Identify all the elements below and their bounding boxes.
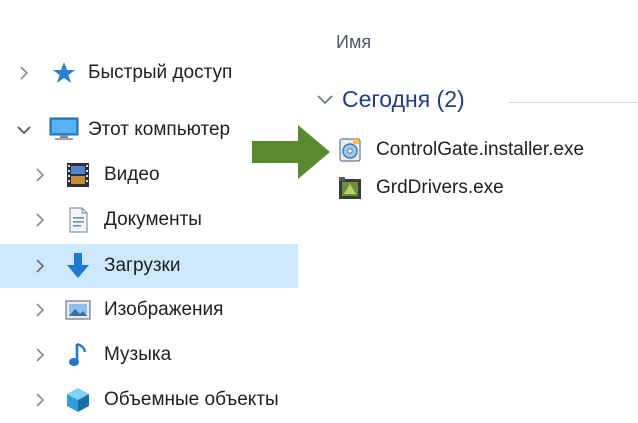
installer-icon [339, 138, 361, 162]
nav-item-label: Объемные объекты [104, 389, 279, 410]
computer-icon [49, 117, 79, 140]
nav-item-downloads[interactable]: Загрузки [0, 244, 298, 288]
column-header-name[interactable]: Имя [336, 32, 371, 53]
chevron-down-icon[interactable] [316, 94, 334, 106]
chevron-down-icon[interactable] [16, 124, 32, 136]
chevron-right-icon[interactable] [34, 392, 46, 408]
nav-item-label: Этот компьютер [88, 119, 231, 140]
documents-icon [69, 207, 88, 233]
file-explorer-window: Быстрый доступ Этот компьютер Видео Доку… [0, 0, 638, 423]
nav-item-label: Видео [104, 164, 160, 185]
nav-item-label: Музыка [104, 344, 172, 365]
nav-item-quick-access[interactable]: Быстрый доступ [0, 53, 298, 93]
navigation-pane: Быстрый доступ Этот компьютер Видео Доку… [0, 0, 298, 423]
chevron-right-icon[interactable] [34, 212, 46, 228]
file-row[interactable]: ControlGate.installer.exe [336, 133, 636, 167]
group-header-today[interactable]: Сегодня (2) [312, 86, 638, 118]
nav-item-label: Изображения [104, 299, 224, 320]
chevron-right-icon[interactable] [34, 347, 46, 363]
video-icon [67, 163, 89, 187]
driver-exe-icon [339, 177, 361, 199]
nav-item-label: Быстрый доступ [88, 62, 233, 83]
file-row[interactable]: GrdDrivers.exe [336, 171, 636, 205]
chevron-right-icon[interactable] [34, 167, 46, 183]
nav-item-documents[interactable]: Документы [0, 200, 298, 240]
nav-item-3d-objects[interactable]: Объемные объекты [0, 380, 298, 420]
music-icon [69, 342, 87, 366]
chevron-right-icon[interactable] [34, 302, 46, 318]
3d-objects-icon [67, 388, 89, 412]
chevron-right-icon[interactable] [18, 65, 30, 81]
file-name: GrdDrivers.exe [376, 177, 504, 198]
downloads-icon [67, 253, 89, 278]
star-icon [53, 62, 75, 83]
group-divider [508, 102, 638, 103]
nav-item-music[interactable]: Музыка [0, 335, 298, 375]
annotation-arrow-icon [252, 125, 330, 179]
pictures-icon [65, 300, 91, 320]
nav-item-pictures[interactable]: Изображения [0, 290, 298, 330]
group-title: Сегодня (2) [342, 86, 465, 112]
nav-item-label: Загрузки [104, 255, 181, 276]
file-name: ControlGate.installer.exe [376, 139, 585, 160]
nav-item-label: Документы [104, 209, 202, 230]
chevron-right-icon[interactable] [34, 258, 46, 274]
